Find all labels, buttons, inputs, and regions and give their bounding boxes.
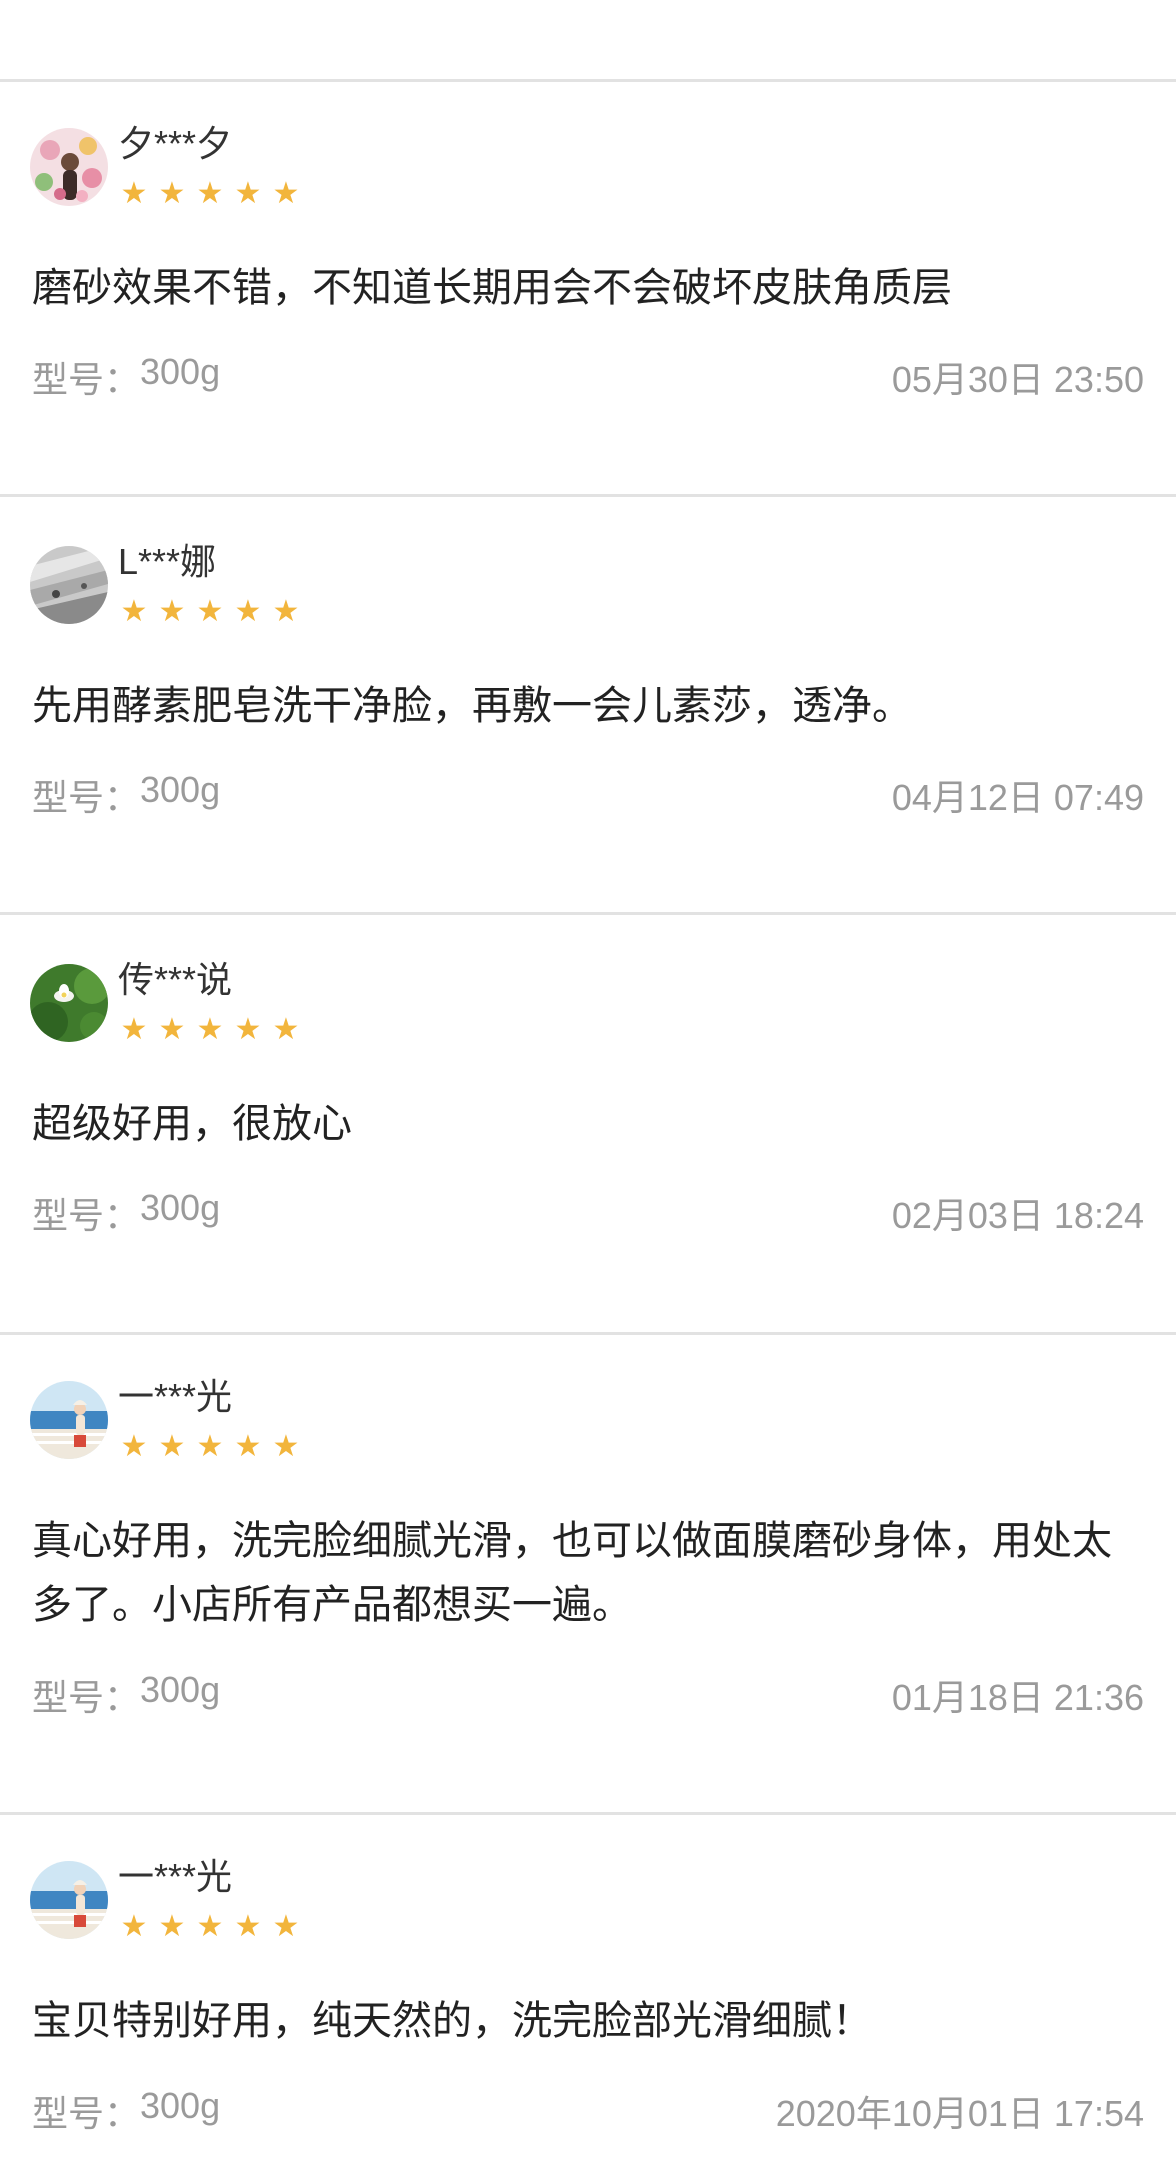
star-icon: ★: [158, 1012, 186, 1047]
star-icon: ★: [158, 176, 186, 211]
star-icon: ★: [234, 1909, 262, 1944]
model-label: 型号：: [32, 1195, 141, 1236]
review-list: 夕***夕 ★ ★ ★ ★ ★ 磨砂效果不错，不知道长期用会不会破坏皮肤角质层 …: [0, 0, 1176, 2176]
review-date: 01月18日 21:36: [891, 1677, 1144, 1718]
review-meta: 型号： 300g 04月12日 07:49: [32, 769, 1144, 818]
username: L***娜: [118, 541, 217, 582]
model-info: 型号： 300g: [32, 1669, 220, 1721]
star-icon: ★: [120, 594, 148, 629]
divider: [0, 494, 1176, 497]
divider: [0, 912, 1176, 915]
review-date: 05月30日 23:50: [891, 359, 1144, 400]
star-icon: ★: [196, 594, 224, 629]
review-content: 真心好用，洗完脸细腻光滑，也可以做面膜磨砂身体，用处太多了。小店所有产品都想买一…: [32, 1519, 1112, 1627]
rating-stars: ★ ★ ★ ★ ★: [118, 1014, 302, 1048]
username: 一***光: [118, 1376, 233, 1417]
star-icon: ★: [158, 594, 186, 629]
model-info: 型号： 300g: [32, 769, 220, 821]
star-icon: ★: [234, 176, 262, 211]
rating-stars: ★ ★ ★ ★ ★: [118, 1431, 302, 1465]
star-icon: ★: [272, 594, 300, 629]
gray-abstract-avatar[interactable]: [30, 546, 108, 624]
review-meta: 型号： 300g 05月30日 23:50: [32, 351, 1144, 400]
star-icon: ★: [272, 1012, 300, 1047]
model-value: 300g: [140, 2085, 221, 2126]
star-icon: ★: [272, 176, 300, 211]
model-value: 300g: [140, 1669, 221, 1710]
username: 一***光: [118, 1856, 233, 1897]
star-icon: ★: [120, 176, 148, 211]
star-icon: ★: [120, 1012, 148, 1047]
review-content: 宝贝特别好用，纯天然的，洗完脸部光滑细腻！: [32, 1999, 872, 2043]
model-value: 300g: [140, 769, 221, 810]
seaside-girl-avatar[interactable]: [30, 1381, 108, 1459]
star-icon: ★: [196, 1429, 224, 1464]
review-date: 2020年10月01日 17:54: [775, 2093, 1144, 2134]
star-icon: ★: [158, 1429, 186, 1464]
star-icon: ★: [196, 1909, 224, 1944]
rating-stars: ★ ★ ★ ★ ★: [118, 596, 302, 630]
model-label: 型号：: [32, 359, 141, 400]
divider: [0, 1332, 1176, 1335]
model-value: 300g: [140, 351, 221, 392]
review-content: 超级好用，很放心: [32, 1102, 352, 1146]
star-icon: ★: [196, 1012, 224, 1047]
model-value: 300g: [140, 1187, 221, 1228]
model-info: 型号： 300g: [32, 2085, 220, 2137]
model-label: 型号：: [32, 2093, 141, 2134]
review-meta: 型号： 300g 01月18日 21:36: [32, 1669, 1144, 1718]
star-icon: ★: [120, 1909, 148, 1944]
star-icon: ★: [234, 1429, 262, 1464]
flower-portrait-avatar[interactable]: [30, 128, 108, 206]
star-icon: ★: [196, 176, 224, 211]
star-icon: ★: [272, 1429, 300, 1464]
username: 夕***夕: [118, 123, 233, 164]
review-date: 04月12日 07:49: [891, 777, 1144, 818]
model-info: 型号： 300g: [32, 351, 220, 403]
star-icon: ★: [234, 594, 262, 629]
username: 传***说: [118, 959, 233, 1000]
rating-stars: ★ ★ ★ ★ ★: [118, 178, 302, 212]
review-date: 02月03日 18:24: [891, 1195, 1144, 1236]
lotus-avatar[interactable]: [30, 964, 108, 1042]
star-icon: ★: [272, 1909, 300, 1944]
model-info: 型号： 300g: [32, 1187, 220, 1239]
star-icon: ★: [158, 1909, 186, 1944]
review-content: 先用酵素肥皂洗干净脸，再敷一会儿素莎，透净。: [32, 684, 912, 728]
rating-stars: ★ ★ ★ ★ ★: [118, 1911, 302, 1945]
star-icon: ★: [234, 1012, 262, 1047]
divider: [0, 79, 1176, 82]
review-meta: 型号： 300g 02月03日 18:24: [32, 1187, 1144, 1236]
divider: [0, 1812, 1176, 1815]
star-icon: ★: [120, 1429, 148, 1464]
seaside-girl-avatar[interactable]: [30, 1861, 108, 1939]
model-label: 型号：: [32, 1677, 141, 1718]
review-meta: 型号： 300g 2020年10月01日 17:54: [32, 2085, 1144, 2134]
model-label: 型号：: [32, 777, 141, 818]
review-content: 磨砂效果不错，不知道长期用会不会破坏皮肤角质层: [32, 266, 952, 310]
